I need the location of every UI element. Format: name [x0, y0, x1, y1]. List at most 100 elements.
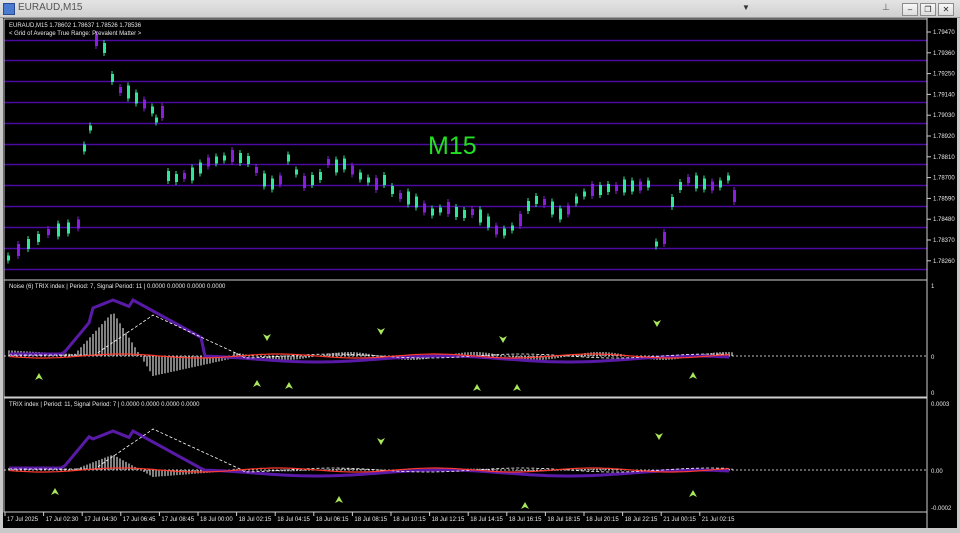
candle-body	[47, 229, 50, 235]
price-chart[interactable]: EURAUD,M15 1.78602 1.78637 1.78526 1.785…	[3, 18, 957, 528]
time-label: 18 Jul 14:15	[470, 517, 503, 523]
time-label: 18 Jul 18:15	[547, 517, 580, 523]
candle-body	[733, 190, 736, 202]
candle-body	[161, 106, 164, 118]
candle-body	[127, 85, 130, 99]
candle-body	[463, 210, 466, 218]
candle-body	[679, 182, 682, 190]
time-label: 18 Jul 00:00	[200, 517, 233, 523]
chart-window-icon	[3, 3, 15, 15]
candle-body	[295, 169, 298, 175]
candle-body	[215, 156, 218, 164]
candle-body	[423, 203, 426, 213]
panel2-axis-bottom: -0.0002	[931, 506, 952, 512]
candle-body	[631, 180, 634, 192]
price-label: 1.78370	[933, 238, 955, 244]
candle-body	[495, 225, 498, 235]
panel2-label: TRIX index | Period: 11, Signal Period: …	[9, 402, 200, 408]
timeframe-label: M15	[428, 132, 477, 160]
candle-body	[351, 165, 354, 175]
candle-body	[83, 144, 86, 152]
candle-body	[607, 184, 610, 192]
close-button[interactable]: ✕	[938, 3, 954, 16]
minimize-button[interactable]: ‒	[902, 3, 918, 16]
candle-body	[239, 153, 242, 163]
candle-body	[487, 216, 490, 228]
candle-body	[503, 228, 506, 236]
time-label: 18 Jul 16:15	[509, 517, 542, 523]
candle-body	[231, 150, 234, 162]
candle-body	[719, 180, 722, 188]
candle-body	[89, 125, 92, 131]
price-label: 1.79250	[933, 72, 955, 78]
price-label: 1.79030	[933, 113, 955, 119]
price-label: 1.78920	[933, 134, 955, 140]
candle-body	[623, 179, 626, 193]
time-label: 17 Jul 2025	[7, 517, 39, 523]
candle-body	[255, 167, 258, 173]
candle-body	[583, 191, 586, 197]
time-label: 17 Jul 08:45	[161, 517, 194, 523]
candle-body	[431, 208, 434, 216]
candle-body	[17, 244, 20, 256]
time-label: 18 Jul 22:15	[625, 517, 658, 523]
candle-body	[367, 177, 370, 183]
candle-body	[167, 171, 170, 181]
candle-body	[687, 177, 690, 183]
candle-body	[335, 159, 338, 173]
candle-body	[57, 223, 60, 237]
time-label: 21 Jul 00:15	[663, 517, 696, 523]
candle-body	[415, 196, 418, 208]
window-title: EURAUD,M15	[18, 2, 83, 13]
symbol-info: EURAUD,M15 1.78602 1.78637 1.78526 1.785…	[9, 23, 142, 29]
price-label: 1.78810	[933, 155, 955, 161]
candle-body	[615, 185, 618, 191]
candle-body	[703, 178, 706, 190]
candle-body	[111, 74, 114, 82]
candle-body	[711, 181, 714, 191]
time-label: 17 Jul 06:45	[123, 517, 156, 523]
panel1-label: Noise (6) TRIX index | Period: 7, Signal…	[9, 284, 226, 290]
candle-body	[7, 255, 10, 261]
candle-body	[559, 208, 562, 220]
candle-body	[383, 175, 386, 185]
candle-body	[527, 201, 530, 211]
time-label: 18 Jul 20:15	[586, 517, 619, 523]
time-label: 17 Jul 02:30	[46, 517, 79, 523]
candle-body	[639, 181, 642, 191]
candle-body	[455, 207, 458, 217]
candle-body	[567, 205, 570, 215]
candle-body	[399, 193, 402, 199]
panel2-axis-zero: 0.00	[931, 469, 943, 475]
candle-body	[263, 173, 266, 187]
price-label: 1.79470	[933, 30, 955, 36]
scroll-down-icon[interactable]: ▼	[742, 3, 750, 12]
candle-body	[439, 207, 442, 213]
candle-body	[279, 175, 282, 185]
pin-icon[interactable]: ⊥	[882, 2, 890, 13]
time-label: 18 Jul 02:15	[239, 517, 272, 523]
window-titlebar: EURAUD,M15 ▼ ⊥ ‒ ❐ ✕	[0, 0, 960, 18]
time-label: 17 Jul 04:30	[84, 517, 117, 523]
candle-body	[695, 175, 698, 189]
candle-body	[247, 156, 250, 164]
candle-body	[27, 239, 30, 249]
candle-body	[343, 158, 346, 170]
candle-body	[155, 117, 158, 123]
price-label: 1.78590	[933, 196, 955, 202]
time-label: 21 Jul 02:15	[702, 517, 735, 523]
time-label: 18 Jul 12:15	[432, 517, 465, 523]
candle-body	[183, 173, 186, 179]
candle-body	[287, 154, 290, 162]
candle-body	[471, 209, 474, 215]
price-label: 1.79360	[933, 51, 955, 57]
candle-body	[199, 162, 202, 174]
candle-body	[207, 157, 210, 167]
candle-body	[375, 178, 378, 190]
candle-body	[67, 222, 70, 234]
candle-body	[119, 87, 122, 93]
restore-button[interactable]: ❐	[920, 3, 936, 16]
candle-body	[135, 92, 138, 104]
candle-body	[359, 172, 362, 180]
candle-body	[391, 186, 394, 194]
